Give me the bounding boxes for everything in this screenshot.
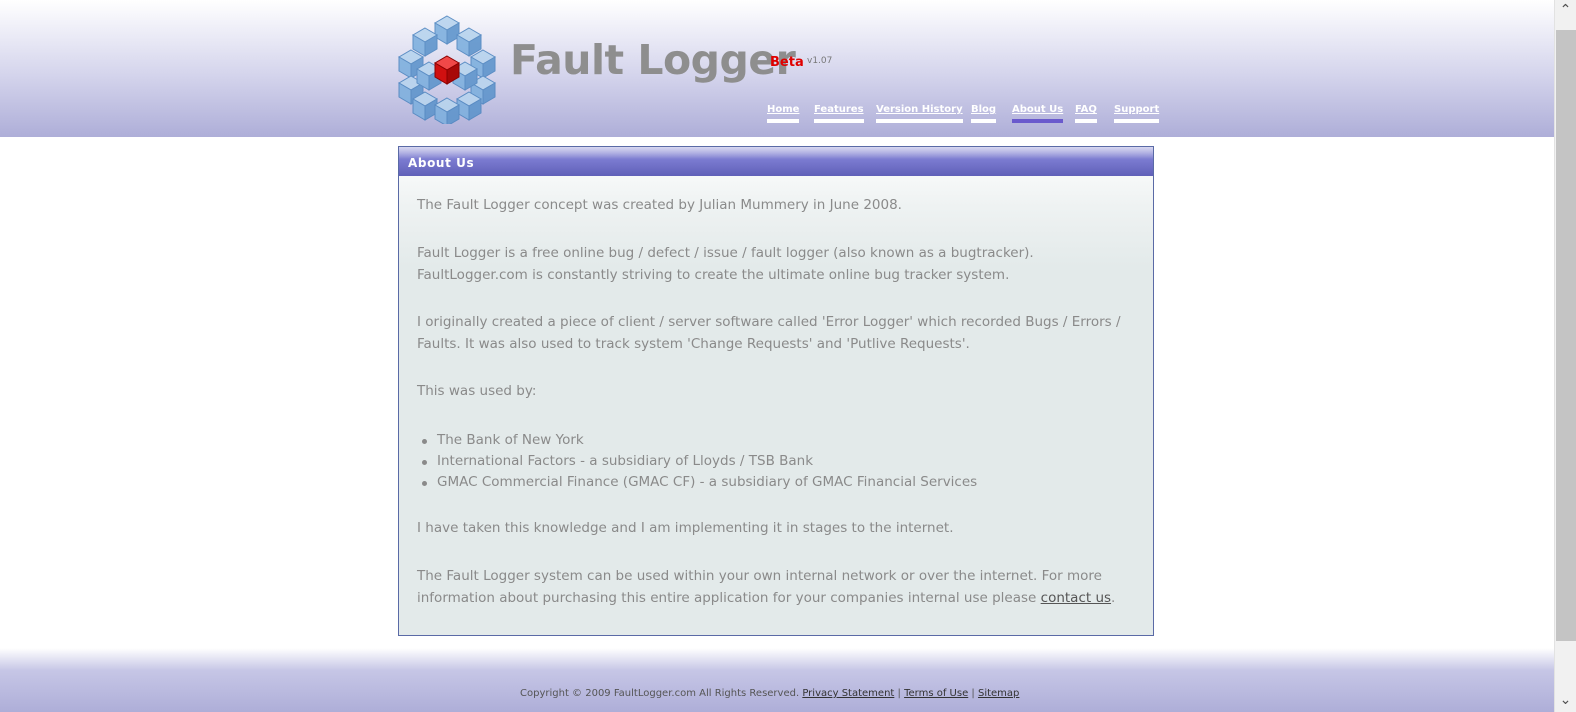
paragraph-history-line2: Faults. It was also used to track system…: [417, 335, 970, 352]
about-panel: About Us The Fault Logger concept was cr…: [398, 146, 1154, 636]
header: Fault Logger Beta v1.07 Home Features Ve…: [0, 0, 1554, 137]
panel-title: About Us: [408, 156, 475, 170]
paragraph-purchase-text: information about purchasing this entire…: [417, 589, 1041, 606]
list-item: The Bank of New York: [417, 430, 977, 451]
list-item: GMAC Commercial Finance (GMAC CF) - a su…: [417, 472, 977, 493]
paragraph-concept: The Fault Logger concept was created by …: [417, 197, 902, 213]
version-label: v1.07: [807, 56, 833, 66]
footer-separator: |: [971, 688, 975, 699]
chevron-up-icon[interactable]: ⌃: [1557, 2, 1574, 19]
sitemap-link[interactable]: Sitemap: [978, 688, 1019, 699]
paragraph-knowledge: I have taken this knowledge and I am imp…: [417, 520, 954, 536]
nav-version-history[interactable]: Version History: [876, 104, 963, 123]
page-scrollbar[interactable]: ⌃ ⌄: [1554, 0, 1576, 712]
privacy-statement-link[interactable]: Privacy Statement: [802, 688, 894, 699]
nav-features[interactable]: Features: [814, 104, 864, 123]
nav-about-us[interactable]: About Us: [1012, 104, 1064, 123]
footer-separator: |: [897, 688, 901, 699]
nav-faq[interactable]: FAQ: [1075, 104, 1097, 123]
paragraph-description-line1: Fault Logger is a free online bug / defe…: [417, 245, 1034, 261]
nav-blog[interactable]: Blog: [971, 104, 997, 123]
paragraph-history: I originally created a piece of client /…: [417, 312, 1129, 355]
nav-support[interactable]: Support: [1114, 104, 1160, 123]
paragraph-history-line1: I originally created a piece of client /…: [417, 314, 1121, 330]
terms-of-use-link[interactable]: Terms of Use: [904, 688, 968, 699]
paragraph-purchase: The Fault Logger system can be used with…: [417, 566, 1129, 609]
cube-cluster-logo-icon: [398, 15, 496, 124]
footer-copyright-row: Copyright © 2009 FaultLogger.com All Rig…: [520, 688, 1019, 699]
paragraph-description: Fault Logger is a free online bug / defe…: [417, 243, 1129, 286]
copyright-text: Copyright © 2009 FaultLogger.com All Rig…: [520, 688, 800, 699]
paragraph-purchase-line2: information about purchasing this entire…: [417, 588, 1129, 610]
contact-us-link[interactable]: contact us: [1041, 590, 1111, 606]
footer: [0, 648, 1554, 712]
scroll-thumb[interactable]: [1556, 30, 1576, 641]
paragraph-purchase-line1: The Fault Logger system can be used with…: [417, 568, 1102, 584]
chevron-down-icon[interactable]: ⌄: [1557, 692, 1574, 709]
panel-header: About Us: [399, 147, 1153, 176]
nav-home[interactable]: Home: [767, 104, 800, 123]
paragraph-used-by: This was used by:: [417, 383, 537, 399]
beta-label: Beta: [770, 55, 804, 70]
paragraph-purchase-end: .: [1111, 589, 1116, 606]
clients-list: The Bank of New York International Facto…: [417, 430, 977, 493]
brand-name: Fault Logger: [510, 36, 796, 84]
list-item: International Factors - a subsidiary of …: [417, 451, 977, 472]
paragraph-description-line2: FaultLogger.com is constantly striving t…: [417, 266, 1010, 283]
